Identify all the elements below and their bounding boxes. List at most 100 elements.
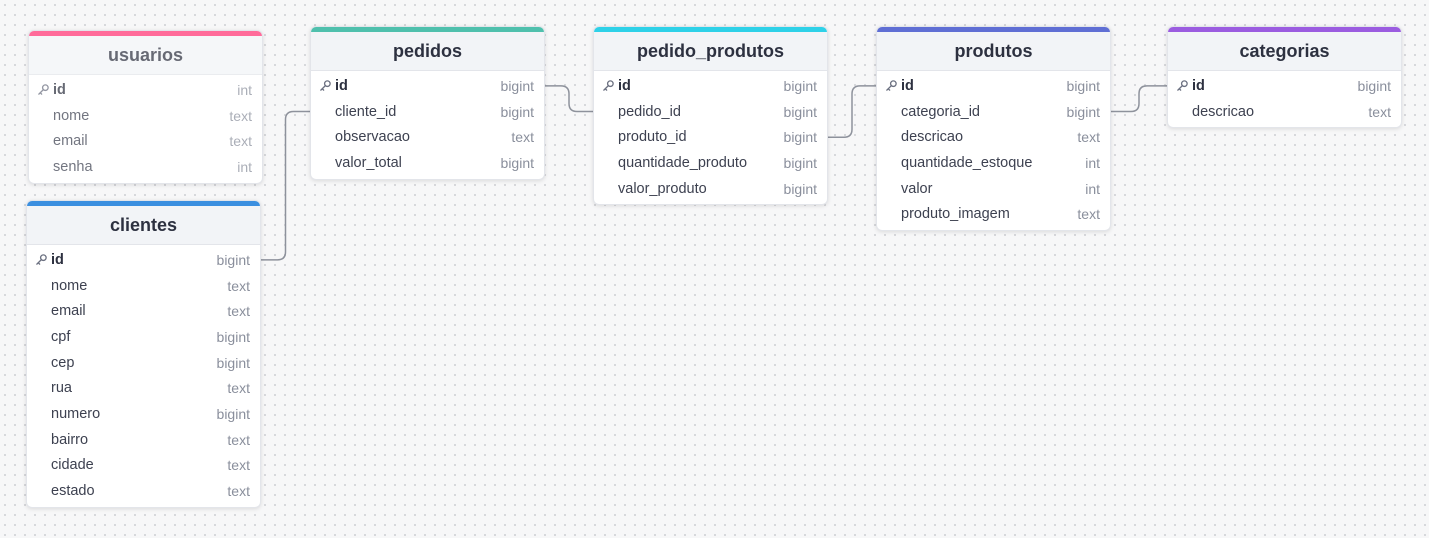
column-name: rua [51,380,72,397]
column-name: cliente_id [335,103,397,120]
column-name: numero [51,405,101,422]
column-type: bigint [1066,103,1100,120]
column-row-cliente-id[interactable]: cliente_id bigint [311,99,544,125]
column-type: text [1368,103,1391,120]
table-title[interactable]: produtos [877,32,1110,71]
column-list: id bigint nome text email text cpf bigint cep big… [27,245,260,507]
column-type: bigint [1066,77,1100,94]
key-icon [1176,79,1190,93]
column-row-cep[interactable]: cep bigint [27,350,260,376]
column-type: text [229,133,252,150]
column-row-id[interactable]: id int [29,77,262,103]
column-row-estado[interactable]: estado text [27,478,260,504]
column-row-categoria-id[interactable]: categoria_id bigint [877,99,1110,125]
key-icon [319,79,333,93]
column-type: bigint [1357,77,1391,94]
column-name: senha [53,158,93,175]
column-row-id[interactable]: id bigint [594,73,827,99]
column-name: id [335,77,348,94]
column-row-nome[interactable]: nome text [29,103,262,129]
column-name: estado [51,483,95,500]
key-icon [35,253,49,267]
column-type: bigint [216,251,250,268]
column-type: text [229,107,252,124]
column-name: categoria_id [901,103,980,120]
key-icon [602,79,616,93]
column-row-valor[interactable]: valor int [877,176,1110,202]
table-title[interactable]: usuarios [29,36,262,75]
column-row-produto-id[interactable]: produto_id bigint [594,124,827,150]
column-type: text [1077,206,1100,223]
column-row-bairro[interactable]: bairro text [27,427,260,453]
column-name: email [51,303,86,320]
column-row-pedido-id[interactable]: pedido_id bigint [594,99,827,125]
column-row-id[interactable]: id bigint [877,73,1110,99]
column-row-cidade[interactable]: cidade text [27,453,260,479]
table-title[interactable]: clientes [27,206,260,245]
column-type: bigint [216,405,250,422]
column-row-valor-produto[interactable]: valor_produto bigint [594,176,827,202]
relation-pedido_produtos-produtos[interactable] [828,85,876,138]
column-name: valor_total [335,154,402,171]
column-name: cidade [51,457,94,474]
table-produtos[interactable]: produtos id bigint categoria_id bigint descr… [876,26,1111,232]
column-type: text [227,303,250,320]
column-name: pedido_id [618,103,681,120]
column-type: bigint [500,154,534,171]
column-name: valor [901,180,933,197]
key-icon [37,83,51,97]
table-pedidos[interactable]: pedidos id bigint cliente_id bigint observac… [310,26,545,180]
table-categorias[interactable]: categorias id bigint descricao text [1167,26,1402,129]
column-type: bigint [783,77,817,94]
column-name: id [53,81,66,98]
er-diagram-canvas[interactable]: usuarios id int nome text email text senha int … [0,0,1429,538]
column-name: cpf [51,328,71,345]
table-clientes[interactable]: clientes id bigint nome text email text cpf big… [26,200,261,508]
column-name: observacao [335,129,410,146]
column-row-cpf[interactable]: cpf bigint [27,324,260,350]
relation-clientes-pedidos[interactable] [261,110,310,261]
column-row-descricao[interactable]: descricao text [877,124,1110,150]
column-row-email[interactable]: email text [29,128,262,154]
column-list: id bigint cliente_id bigint observacao text va… [311,71,544,179]
table-title[interactable]: pedido_produtos [594,32,827,71]
column-type: text [227,431,250,448]
column-type: bigint [783,154,817,171]
column-type: bigint [500,103,534,120]
column-type: bigint [783,129,817,146]
table-title[interactable]: categorias [1168,32,1401,71]
column-type: bigint [216,354,250,371]
column-row-produto-imagem[interactable]: produto_imagem text [877,201,1110,227]
table-pedido-produtos[interactable]: pedido_produtos id bigint pedido_id bigint p… [593,26,828,206]
table-title[interactable]: pedidos [311,32,544,71]
column-name: nome [53,107,90,124]
column-row-email[interactable]: email text [27,298,260,324]
relation-pedidos-pedido_produtos[interactable] [545,85,593,113]
column-row-numero[interactable]: numero bigint [27,401,260,427]
column-type: int [237,158,252,175]
column-row-id[interactable]: id bigint [311,73,544,99]
column-row-valor-total[interactable]: valor_total bigint [311,150,544,176]
column-name: id [901,77,914,94]
column-row-id[interactable]: id bigint [27,247,260,273]
column-name: email [53,133,88,150]
relation-produtos-categorias[interactable] [1111,85,1167,113]
column-name: id [1192,77,1205,94]
column-row-observacao[interactable]: observacao text [311,124,544,150]
column-type: text [511,129,534,146]
column-row-quantidade-estoque[interactable]: quantidade_estoque int [877,150,1110,176]
column-type: text [227,277,250,294]
column-list: id bigint descricao text [1168,71,1401,127]
column-row-id[interactable]: id bigint [1168,73,1401,99]
key-icon [885,79,899,93]
column-row-senha[interactable]: senha int [29,154,262,180]
table-usuarios[interactable]: usuarios id int nome text email text senha int [28,30,263,184]
column-row-quantidade-produto[interactable]: quantidade_produto bigint [594,150,827,176]
column-name: quantidade_estoque [901,154,1033,171]
column-type: int [1085,154,1100,171]
column-row-descricao[interactable]: descricao text [1168,99,1401,125]
column-name: quantidade_produto [618,154,748,171]
column-row-nome[interactable]: nome text [27,273,260,299]
column-row-rua[interactable]: rua text [27,375,260,401]
column-type: int [1085,180,1100,197]
